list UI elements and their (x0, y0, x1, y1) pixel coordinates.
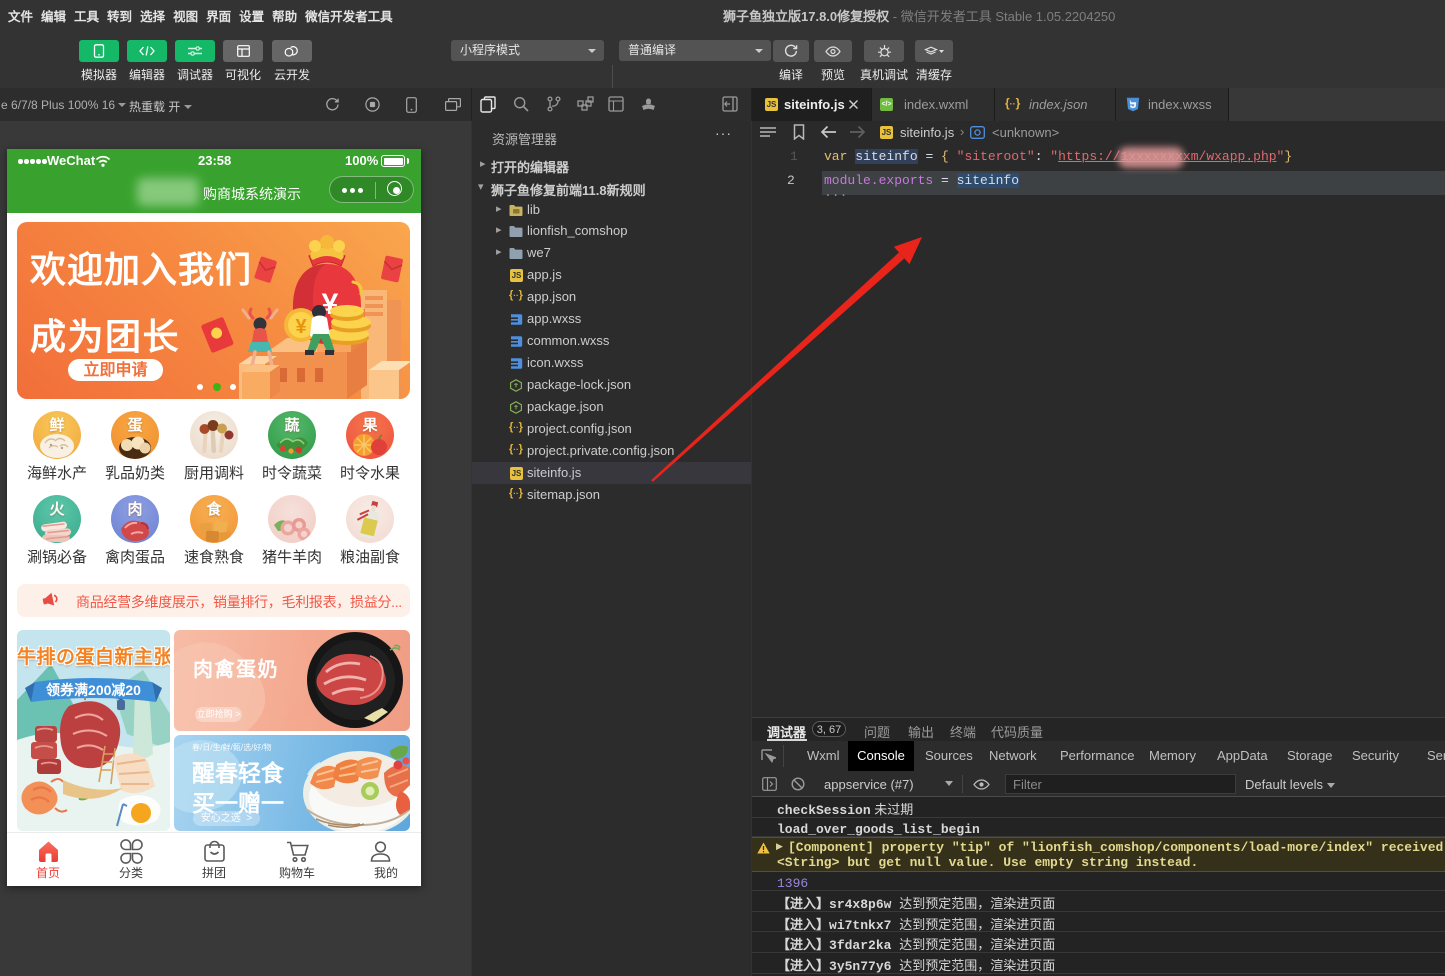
svg-text:¥: ¥ (295, 316, 307, 338)
